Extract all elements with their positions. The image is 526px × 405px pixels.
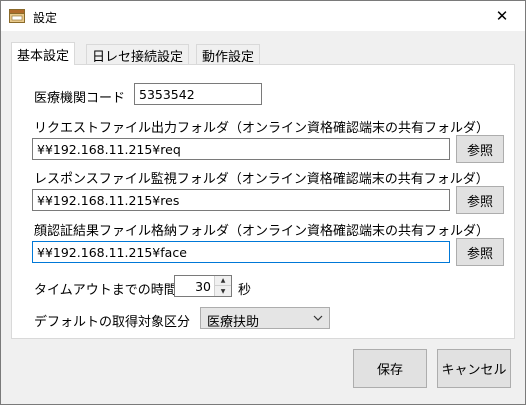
cancel-button[interactable]: キャンセル xyxy=(437,349,511,388)
tab-panel-basic: 医療機関コード 5353542 リクエストファイル出力フォルダ（オンライン資格確… xyxy=(11,64,515,339)
tab-behavior-settings[interactable]: 動作設定 xyxy=(196,44,261,65)
response-folder-label: レスポンスファイル監視フォルダ（オンライン資格確認端末の共有フォルダ） xyxy=(34,172,489,187)
timeout-value: 30 xyxy=(195,279,211,294)
spin-up-icon[interactable]: ▲ xyxy=(215,276,231,286)
settings-window: 設定 ✕ 基本設定 日レセ接続設定 動作設定 医療機関コード 5353542 リ… xyxy=(0,0,526,405)
timeout-label: タイムアウトまでの時間 xyxy=(34,283,177,298)
request-folder-label: リクエストファイル出力フォルダ（オンライン資格確認端末の共有フォルダ） xyxy=(34,121,490,136)
app-window-icon xyxy=(9,9,25,23)
face-folder-label: 顔認証結果ファイル格納フォルダ（オンライン資格確認端末の共有フォルダ） xyxy=(34,224,490,239)
title-bar: 設定 ✕ xyxy=(1,1,525,31)
window-title: 設定 xyxy=(33,11,58,25)
response-folder-input[interactable]: ¥¥192.168.11.215¥res xyxy=(32,189,450,211)
tab-basic-settings[interactable]: 基本設定 xyxy=(11,42,76,65)
response-folder-browse-button[interactable]: 参照 xyxy=(456,186,504,214)
timeout-stepper-arrows: ▲ ▼ xyxy=(214,276,231,296)
institution-code-input[interactable]: 5353542 xyxy=(134,83,262,105)
save-button[interactable]: 保存 xyxy=(353,349,427,388)
request-folder-input[interactable]: ¥¥192.168.11.215¥req xyxy=(32,138,450,160)
default-category-value: 医療扶助 xyxy=(207,315,260,330)
institution-code-label: 医療機関コード xyxy=(34,91,126,106)
tab-receipt-connection[interactable]: 日レセ接続設定 xyxy=(86,44,190,65)
default-category-label: デフォルトの取得対象区分 xyxy=(34,315,191,330)
close-button[interactable]: ✕ xyxy=(479,1,525,31)
chevron-down-icon xyxy=(313,315,323,321)
timeout-unit-label: 秒 xyxy=(238,283,252,298)
face-folder-input[interactable]: ¥¥192.168.11.215¥face xyxy=(32,241,450,263)
timeout-stepper[interactable]: 30 ▲ ▼ xyxy=(174,275,232,297)
spin-down-icon[interactable]: ▼ xyxy=(215,286,231,296)
default-category-select[interactable]: 医療扶助 xyxy=(200,307,330,330)
close-icon: ✕ xyxy=(495,7,509,25)
face-folder-browse-button[interactable]: 参照 xyxy=(456,238,504,266)
request-folder-browse-button[interactable]: 参照 xyxy=(456,135,504,163)
